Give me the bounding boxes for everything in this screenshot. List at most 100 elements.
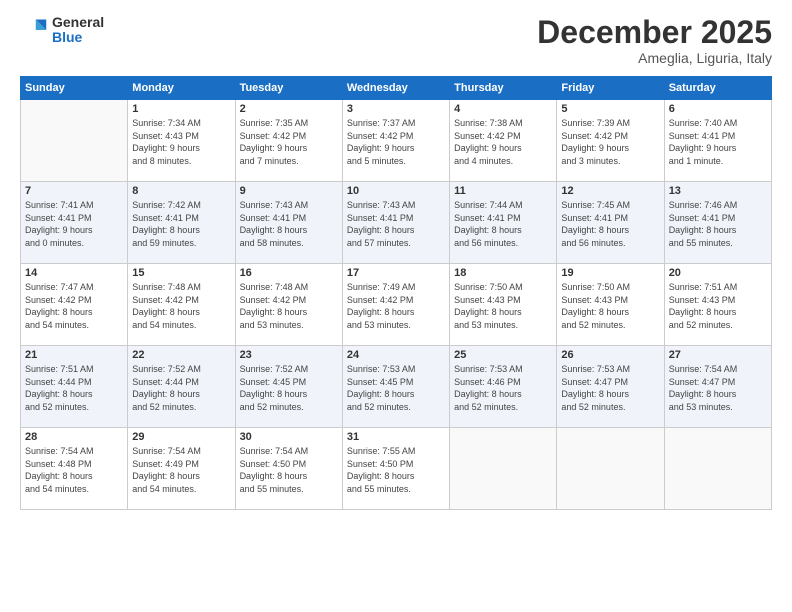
page: General Blue December 2025 Ameglia, Ligu… [0,0,792,612]
day-number: 7 [25,185,123,197]
table-cell: 9Sunrise: 7:43 AM Sunset: 4:41 PM Daylig… [235,182,342,264]
day-number: 11 [454,185,552,197]
table-cell: 1 Sunrise: 7:34 AM Sunset: 4:43 PM Daylig… [128,100,235,182]
table-cell: 8 Sunrise: 7:42 AM Sunset: 4:41 PM Daylig… [128,182,235,264]
table-cell: 27Sunrise: 7:54 AM Sunset: 4:47 PM Dayli… [664,346,771,428]
day-number: 2 [240,103,338,115]
table-cell: 6Sunrise: 7:40 AM Sunset: 4:41 PM Daylig… [664,100,771,182]
table-cell: 25 Sunrise: 7:53 AM Sunset: 4:46 PM Dayli… [450,346,557,428]
day-info: Sunrise: 7:50 AM Sunset: 4:43 PM Dayligh… [454,281,552,331]
calendar-table: Sunday Monday Tuesday Wednesday Thursday… [20,76,772,510]
day-info: Sunrise: 7:38 AM Sunset: 4:42 PM Dayligh… [454,117,552,167]
col-thursday: Thursday [450,77,557,100]
day-info: Sunrise: 7:35 AM Sunset: 4:42 PM Dayligh… [240,117,338,167]
day-number: 30 [240,431,338,443]
day-number: 29 [132,431,230,443]
calendar-header-row: Sunday Monday Tuesday Wednesday Thursday… [21,77,772,100]
day-number: 18 [454,267,552,279]
day-number: 5 [561,103,659,115]
table-cell: 5 Sunrise: 7:39 AM Sunset: 4:42 PM Daylig… [557,100,664,182]
day-info: Sunrise: 7:51 AM Sunset: 4:43 PM Dayligh… [669,281,767,331]
day-number: 17 [347,267,445,279]
table-cell [21,100,128,182]
day-number: 15 [132,267,230,279]
day-info: Sunrise: 7:55 AM Sunset: 4:50 PM Dayligh… [347,445,445,495]
day-info: Sunrise: 7:54 AM Sunset: 4:49 PM Dayligh… [132,445,230,495]
day-info: Sunrise: 7:40 AM Sunset: 4:41 PM Dayligh… [669,117,767,167]
day-number: 24 [347,349,445,361]
table-cell: 31 Sunrise: 7:55 AM Sunset: 4:50 PM Dayli… [342,428,449,510]
day-number: 8 [132,185,230,197]
day-info: Sunrise: 7:42 AM Sunset: 4:41 PM Dayligh… [132,199,230,249]
day-number: 23 [240,349,338,361]
table-cell: 29 Sunrise: 7:54 AM Sunset: 4:49 PM Dayli… [128,428,235,510]
day-number: 19 [561,267,659,279]
table-cell: 18 Sunrise: 7:50 AM Sunset: 4:43 PM Dayli… [450,264,557,346]
table-cell: 3 Sunrise: 7:37 AM Sunset: 4:42 PM Daylig… [342,100,449,182]
week-row-5: 28 Sunrise: 7:54 AM Sunset: 4:48 PM Dayli… [21,428,772,510]
logo-icon [20,16,48,44]
table-cell [664,428,771,510]
day-number: 16 [240,267,338,279]
table-cell: 14Sunrise: 7:47 AM Sunset: 4:42 PM Dayli… [21,264,128,346]
table-cell: 21 Sunrise: 7:51 AM Sunset: 4:44 PM Dayli… [21,346,128,428]
day-number: 25 [454,349,552,361]
week-row-1: 1 Sunrise: 7:34 AM Sunset: 4:43 PM Daylig… [21,100,772,182]
day-number: 4 [454,103,552,115]
day-info: Sunrise: 7:53 AM Sunset: 4:46 PM Dayligh… [454,363,552,413]
header: General Blue December 2025 Ameglia, Ligu… [20,15,772,66]
day-number: 1 [132,103,230,115]
table-cell: 30Sunrise: 7:54 AM Sunset: 4:50 PM Dayli… [235,428,342,510]
month-title: December 2025 [537,15,772,50]
table-cell: 20 Sunrise: 7:51 AM Sunset: 4:43 PM Dayli… [664,264,771,346]
day-info: Sunrise: 7:48 AM Sunset: 4:42 PM Dayligh… [132,281,230,331]
day-number: 3 [347,103,445,115]
col-friday: Friday [557,77,664,100]
week-row-2: 7 Sunrise: 7:41 AM Sunset: 4:41 PM Daylig… [21,182,772,264]
day-number: 26 [561,349,659,361]
logo-text: General Blue [52,15,104,46]
col-monday: Monday [128,77,235,100]
table-cell: 17 Sunrise: 7:49 AM Sunset: 4:42 PM Dayli… [342,264,449,346]
logo: General Blue [20,15,104,46]
day-info: Sunrise: 7:39 AM Sunset: 4:42 PM Dayligh… [561,117,659,167]
day-number: 12 [561,185,659,197]
table-cell: 16 Sunrise: 7:48 AM Sunset: 4:42 PM Dayli… [235,264,342,346]
table-cell: 11Sunrise: 7:44 AM Sunset: 4:41 PM Dayli… [450,182,557,264]
table-cell: 22 Sunrise: 7:52 AM Sunset: 4:44 PM Dayli… [128,346,235,428]
table-cell: 24 Sunrise: 7:53 AM Sunset: 4:45 PM Dayli… [342,346,449,428]
week-row-4: 21 Sunrise: 7:51 AM Sunset: 4:44 PM Dayli… [21,346,772,428]
day-info: Sunrise: 7:37 AM Sunset: 4:42 PM Dayligh… [347,117,445,167]
day-number: 31 [347,431,445,443]
day-number: 21 [25,349,123,361]
table-cell: 23Sunrise: 7:52 AM Sunset: 4:45 PM Dayli… [235,346,342,428]
table-cell: 28 Sunrise: 7:54 AM Sunset: 4:48 PM Dayli… [21,428,128,510]
table-cell: 2 Sunrise: 7:35 AM Sunset: 4:42 PM Daylig… [235,100,342,182]
table-cell: 19 Sunrise: 7:50 AM Sunset: 4:43 PM Dayli… [557,264,664,346]
day-info: Sunrise: 7:41 AM Sunset: 4:41 PM Dayligh… [25,199,123,249]
day-info: Sunrise: 7:53 AM Sunset: 4:47 PM Dayligh… [561,363,659,413]
col-wednesday: Wednesday [342,77,449,100]
table-cell: 26 Sunrise: 7:53 AM Sunset: 4:47 PM Dayli… [557,346,664,428]
day-info: Sunrise: 7:52 AM Sunset: 4:44 PM Dayligh… [132,363,230,413]
col-tuesday: Tuesday [235,77,342,100]
col-sunday: Sunday [21,77,128,100]
day-info: Sunrise: 7:46 AM Sunset: 4:41 PM Dayligh… [669,199,767,249]
table-cell: 15 Sunrise: 7:48 AM Sunset: 4:42 PM Dayli… [128,264,235,346]
table-cell: 12Sunrise: 7:45 AM Sunset: 4:41 PM Dayli… [557,182,664,264]
day-info: Sunrise: 7:47 AM Sunset: 4:42 PM Dayligh… [25,281,123,331]
day-number: 20 [669,267,767,279]
table-cell: 7 Sunrise: 7:41 AM Sunset: 4:41 PM Daylig… [21,182,128,264]
day-info: Sunrise: 7:51 AM Sunset: 4:44 PM Dayligh… [25,363,123,413]
day-info: Sunrise: 7:49 AM Sunset: 4:42 PM Dayligh… [347,281,445,331]
day-number: 22 [132,349,230,361]
day-number: 13 [669,185,767,197]
day-number: 10 [347,185,445,197]
day-info: Sunrise: 7:48 AM Sunset: 4:42 PM Dayligh… [240,281,338,331]
day-number: 28 [25,431,123,443]
day-info: Sunrise: 7:54 AM Sunset: 4:48 PM Dayligh… [25,445,123,495]
day-info: Sunrise: 7:50 AM Sunset: 4:43 PM Dayligh… [561,281,659,331]
day-number: 9 [240,185,338,197]
day-info: Sunrise: 7:53 AM Sunset: 4:45 PM Dayligh… [347,363,445,413]
day-info: Sunrise: 7:34 AM Sunset: 4:43 PM Dayligh… [132,117,230,167]
